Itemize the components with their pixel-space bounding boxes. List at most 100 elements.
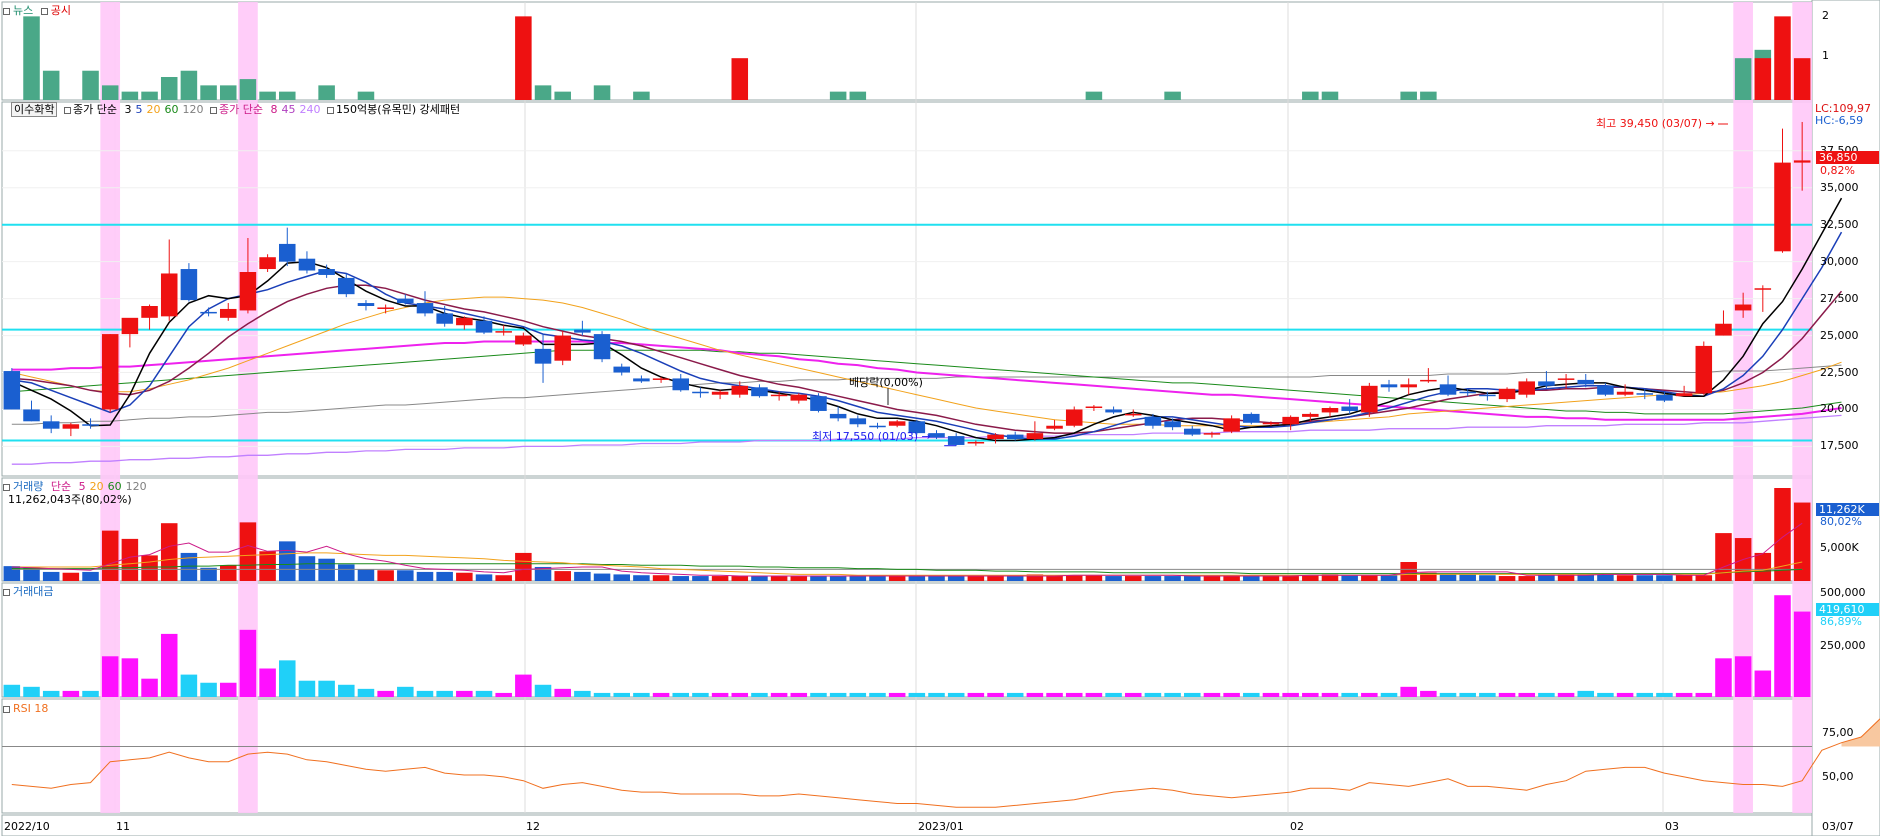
candle-body: [1144, 416, 1162, 426]
volume-bar: [1754, 552, 1772, 581]
amount-label[interactable]: 거래대금: [13, 585, 53, 598]
candle-body: [633, 378, 650, 382]
amount-bar: [1675, 692, 1693, 697]
candle-body: [652, 378, 670, 380]
volume-bar: [62, 572, 80, 581]
news-bar: [101, 85, 119, 100]
date-label: 12: [526, 820, 540, 833]
candle-body: [1085, 406, 1103, 409]
volume-bar: [908, 576, 926, 581]
period-value[interactable]: 20: [90, 480, 104, 493]
candle-body: [1793, 160, 1811, 163]
candle-body: [731, 385, 749, 395]
candle-body: [1498, 388, 1516, 400]
amount-bar: [1203, 692, 1221, 697]
volume-bar: [1656, 575, 1673, 581]
volume-bar: [574, 571, 591, 581]
amount-bar: [1243, 692, 1260, 697]
amount-bar: [1538, 692, 1555, 697]
news-tick: 1: [1822, 49, 1829, 62]
volume-bar: [692, 576, 709, 581]
period-value[interactable]: 20: [146, 103, 160, 116]
amount-bar: [1754, 670, 1772, 697]
amount-bar: [141, 678, 158, 697]
amount-bar: [1774, 595, 1791, 697]
candle-body: [770, 394, 788, 397]
amount-bar: [987, 692, 1004, 697]
candle-body: [357, 303, 375, 306]
period-value[interactable]: 120: [126, 480, 147, 493]
amount-bar: [1184, 692, 1201, 697]
amount-bar: [908, 692, 926, 697]
period-value[interactable]: 45: [281, 103, 295, 116]
period-value[interactable]: 5: [135, 103, 142, 116]
candle-body: [574, 329, 591, 333]
news-label[interactable]: 뉴스: [13, 4, 33, 17]
ma2-label[interactable]: 종가 단순: [219, 103, 263, 116]
disclosure-label[interactable]: 공시: [51, 4, 71, 17]
volume-bar: [495, 575, 512, 581]
volume-bar: [829, 576, 847, 581]
candle-body: [1223, 418, 1240, 432]
volume-bar: [416, 571, 434, 581]
price-tick: 32,500: [1820, 217, 1859, 231]
amount-bar: [1518, 692, 1535, 697]
stock-name[interactable]: 이수화학: [11, 102, 58, 117]
period-value[interactable]: 3: [124, 103, 131, 116]
amount-bar: [1459, 692, 1476, 697]
volume-bar: [1498, 576, 1516, 581]
news-bar: [849, 91, 867, 100]
square-icon: [3, 7, 10, 15]
amount-bar: [770, 692, 788, 697]
amount-bar: [1498, 692, 1516, 697]
candle-body: [1518, 381, 1535, 395]
pattern-label[interactable]: 150억봉(유목민) 강세패턴: [336, 103, 460, 116]
candle-body: [1046, 425, 1063, 429]
candle-body: [1538, 381, 1555, 386]
amount-bar: [810, 692, 827, 697]
period-value[interactable]: 120: [182, 103, 203, 116]
amount-bar: [1715, 658, 1732, 697]
amount-bar: [180, 674, 198, 697]
amount-bar: [633, 692, 650, 697]
volume-bar: [377, 570, 394, 581]
amount-bar: [200, 682, 217, 697]
amount-bar: [1341, 692, 1358, 697]
news-bar: [200, 85, 217, 100]
candle-body: [1479, 394, 1496, 397]
volume-bar: [711, 576, 729, 581]
candle-body: [515, 335, 532, 345]
rsi-label[interactable]: RSI 18: [13, 702, 48, 715]
candle-body: [416, 303, 434, 314]
amount-bar: [1046, 692, 1063, 697]
volume-label[interactable]: 거래량: [13, 480, 43, 493]
volume-bar: [633, 575, 650, 581]
amount-bar: [259, 668, 276, 697]
amount-bar: [1321, 692, 1339, 697]
period-value[interactable]: 60: [108, 480, 122, 493]
date-label: 03: [1665, 820, 1679, 833]
volume-legend: 거래량 단순 5 20 60 120: [3, 480, 147, 493]
period-value[interactable]: 240: [299, 103, 320, 116]
volume-bar: [1282, 576, 1299, 581]
ma20-line: [11, 296, 1842, 427]
volume-ma-label[interactable]: 단순: [51, 480, 71, 493]
candle-body: [121, 317, 139, 335]
amount-bar: [869, 692, 886, 697]
rsi-tick: 50,00: [1822, 770, 1854, 783]
square-icon: [209, 106, 217, 114]
period-value[interactable]: 8: [270, 103, 277, 116]
period-value[interactable]: 5: [79, 480, 86, 493]
candle-body: [888, 421, 906, 426]
period-value[interactable]: 60: [164, 103, 178, 116]
volume-bar: [554, 571, 571, 581]
volume-bar: [1597, 574, 1614, 581]
volume-bar: [357, 569, 375, 581]
volume-bar: [101, 530, 119, 581]
candle-body: [1006, 434, 1024, 440]
volume-bar: [397, 570, 414, 581]
volume-bar: [1302, 575, 1319, 581]
volume-pct: 80,02%: [1820, 515, 1862, 528]
amount-bar: [318, 680, 335, 697]
ma-label[interactable]: 종가 단순: [73, 103, 117, 116]
